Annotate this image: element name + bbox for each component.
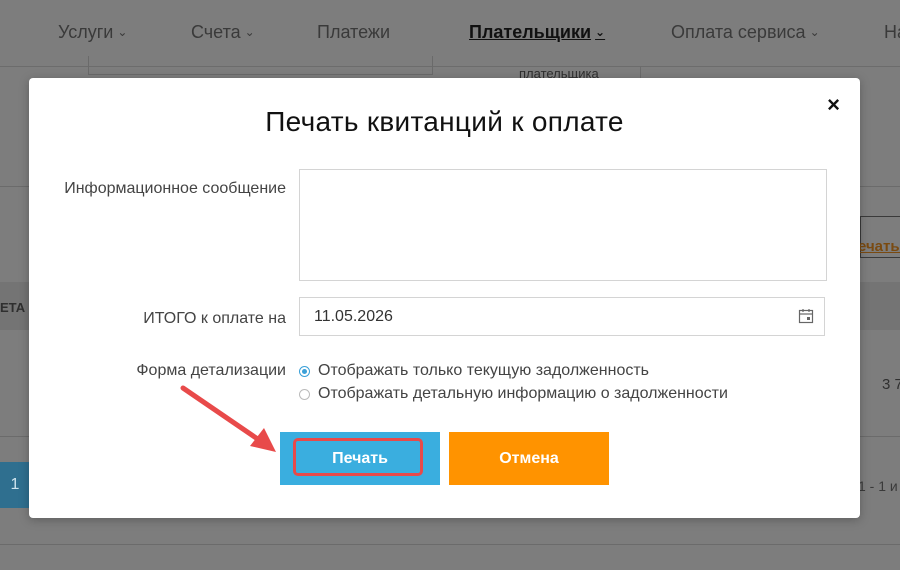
bg-divider xyxy=(0,544,900,545)
print-receipts-dialog: × Печать квитанций к оплате Информационн… xyxy=(29,78,860,518)
calendar-icon[interactable] xyxy=(798,308,814,324)
bg-print-link[interactable]: ечать к xyxy=(858,238,900,255)
nav-item-services[interactable]: Услуги ⌄ xyxy=(58,22,127,43)
print-button-label: Печать xyxy=(332,449,388,467)
bg-amount: 3 7 xyxy=(882,376,900,393)
dialog-title: Печать квитанций к оплате xyxy=(265,106,624,137)
chevron-down-icon: ⌄ xyxy=(244,25,255,39)
bg-field-box xyxy=(88,56,433,75)
radio-detailed-debt[interactable]: Отображать детальную информацию о задолж… xyxy=(299,385,728,403)
bg-column-header: ЕТА xyxy=(0,300,26,315)
total-date-input[interactable]: 11.05.2026 xyxy=(299,297,825,336)
bg-pager-page[interactable]: 1 xyxy=(0,462,30,508)
nav-item-payers[interactable]: Плательщики ⌄ xyxy=(469,22,605,43)
nav-item-service-payment[interactable]: Оплата сервиса ⌄ xyxy=(671,22,820,43)
bg-pager-info: 1 - 1 и xyxy=(858,478,898,494)
radio-current-debt[interactable]: Отображать только текущую задолженность xyxy=(299,362,649,380)
total-date-label: ИТОГО к оплате на xyxy=(143,310,286,327)
nav-item-more[interactable]: На xyxy=(884,22,900,43)
radio-detailed-debt-label: Отображать детальную информацию о задолж… xyxy=(318,385,728,402)
total-date-value: 11.05.2026 xyxy=(314,308,393,325)
detail-form-label: Форма детализации xyxy=(136,362,286,379)
radio-checked-icon[interactable] xyxy=(299,365,310,377)
radio-unchecked-icon[interactable] xyxy=(299,388,310,400)
print-button[interactable]: Печать xyxy=(280,432,440,485)
chevron-down-icon: ⌄ xyxy=(809,25,820,39)
info-message-textarea[interactable] xyxy=(299,169,827,281)
chevron-down-icon: ⌄ xyxy=(117,25,128,39)
nav-item-accounts[interactable]: Счета ⌄ xyxy=(191,22,255,43)
info-message-label: Информационное сообщение xyxy=(64,180,286,197)
cancel-button[interactable]: Отмена xyxy=(449,432,609,485)
chevron-down-icon: ⌄ xyxy=(595,25,606,39)
nav-item-payments[interactable]: Платежи xyxy=(317,22,390,43)
radio-current-debt-label: Отображать только текущую задолженность xyxy=(318,362,650,379)
bg-divider xyxy=(640,66,641,78)
